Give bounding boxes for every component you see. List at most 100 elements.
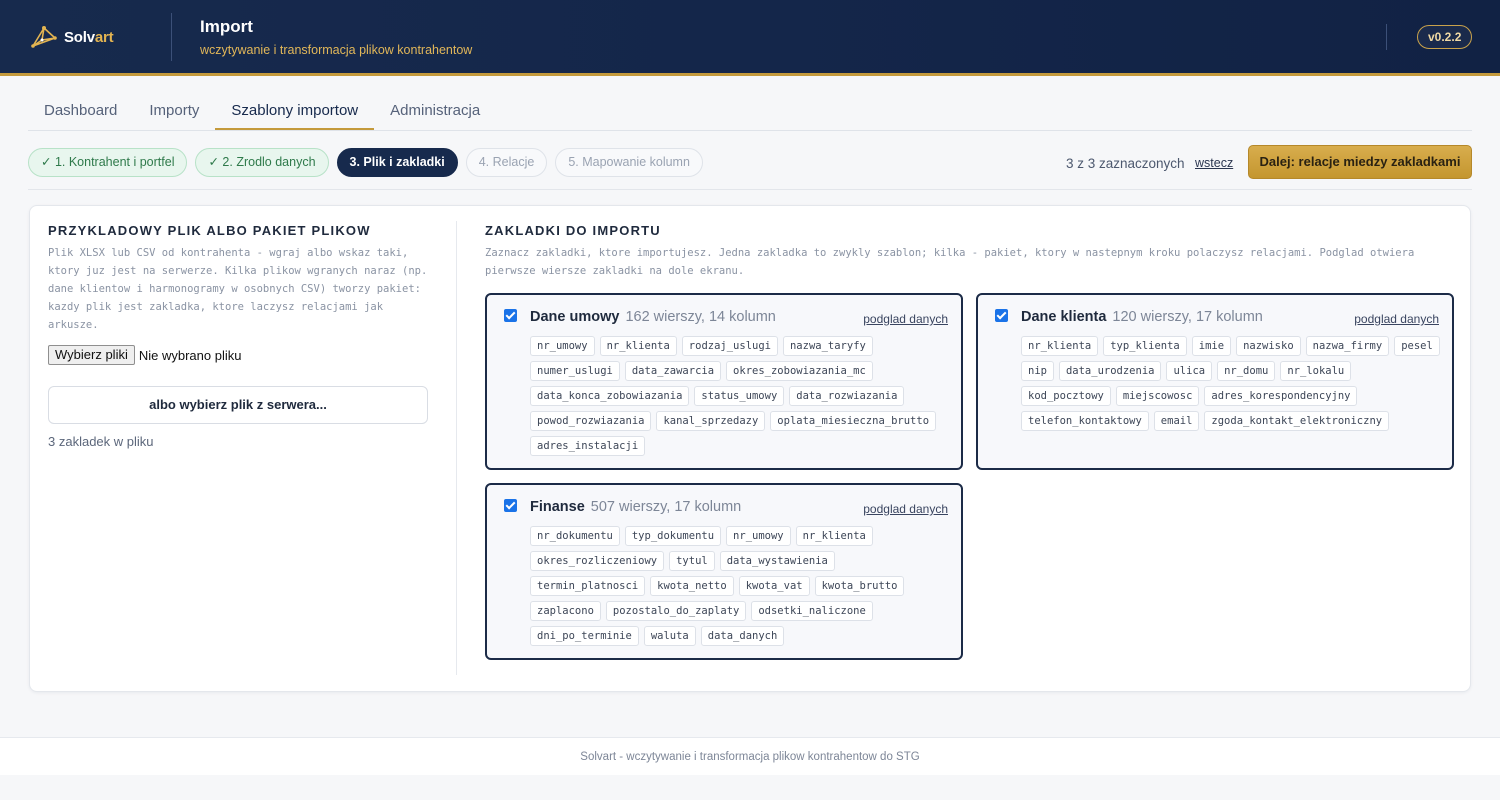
column-chip: data_urodzenia (1058, 361, 1162, 381)
sheet-checkbox[interactable] (995, 309, 1008, 322)
back-link[interactable]: wstecz (1195, 156, 1233, 170)
wizard-steps: ✓ 1. Kontrahent i portfel ✓ 2. Zrodlo da… (28, 148, 703, 177)
column-chip: pesel (1394, 336, 1440, 356)
file-input: Wybierz pliki Nie wybrano pliku (48, 345, 241, 365)
column-chip: ulica (1166, 361, 1213, 381)
header-divider (171, 13, 172, 61)
logo[interactable]: Solvart (30, 22, 114, 52)
column-chip: nazwa_taryfy (782, 336, 873, 356)
column-chip: tytul (669, 551, 715, 571)
column-chip: nazwa_firmy (1305, 336, 1390, 356)
column-chip: zgoda_kontakt_elektroniczny (1204, 411, 1390, 431)
footer: Solvart - wczytywanie i transformacja pl… (0, 737, 1500, 775)
page-title: Import (200, 17, 253, 36)
column-chips: nr_dokumentu typ_dokumentu nr_umowy nr_klie… (530, 526, 950, 646)
logo-text: Solvart (64, 28, 114, 46)
column-chip: status_umowy (694, 386, 785, 406)
column-chip: data_konca_zobowiazania (530, 386, 690, 406)
column-chip: okres_rozliczeniowy (530, 551, 665, 571)
sheet-name: Dane umowy 162 wierszy, 14 kolumn (530, 309, 776, 325)
column-chip: nr_klienta (599, 336, 677, 356)
column-chip: kwota_brutto (814, 576, 905, 596)
column-chip: nr_dokumentu (530, 526, 620, 546)
column-chip: miejscowosc (1115, 386, 1200, 406)
column-chip: nr_lokalu (1280, 361, 1352, 381)
column-chips: nr_klienta typ_klienta imie nazwisko nazwa_f… (1021, 336, 1441, 431)
step-relacje[interactable]: 4. Relacje (465, 148, 548, 177)
column-chip: nazwisko (1236, 336, 1301, 356)
column-chip: nr_umowy (530, 336, 595, 356)
page-subtitle: wczytywanie i transformacja plikow kontr… (200, 43, 473, 57)
column-chip: nr_umowy (726, 526, 791, 546)
column-chip: rodzaj_uslugi (681, 336, 778, 356)
left-section-description: Plik XLSX lub CSV od kontrahenta - wgraj… (48, 247, 428, 331)
column-chip: termin_platnosci (530, 576, 646, 596)
column-chip: powod_rozwiazania (530, 411, 652, 431)
sheet-meta: 507 wierszy, 17 kolumn (590, 499, 742, 515)
right-section-description: Zaznacz zakladki, ktore importujesz. Jed… (485, 247, 1415, 277)
choose-files-button[interactable]: Wybierz pliki (48, 345, 135, 365)
tab-administracja[interactable]: Administracja (374, 90, 496, 130)
sheet-card-dane-klienta: Dane klienta 120 wierszy, 17 kolumn podgl… (976, 293, 1454, 470)
column-chip: email (1153, 411, 1200, 431)
preview-data-link[interactable]: podglad danych (863, 502, 948, 516)
preview-data-link[interactable]: podglad danych (1354, 312, 1439, 326)
tab-importy[interactable]: Importy (133, 90, 215, 130)
column-chip: telefon_kontaktowy (1021, 411, 1149, 431)
next-button[interactable]: Dalej: relacje miedzy zakladkami (1248, 145, 1472, 179)
divider (28, 189, 1472, 190)
preview-data-link[interactable]: podglad danych (863, 312, 948, 326)
column-chip: kod_pocztowy (1021, 386, 1111, 406)
column-chip: oplata_miesieczna_brutto (770, 411, 937, 431)
sheet-name: Dane klienta 120 wierszy, 17 kolumn (1021, 309, 1263, 325)
column-chip: kanal_sprzedazy (656, 411, 766, 431)
sheet-count: 3 zakladek w pliku (48, 434, 154, 449)
column-chip: nr_domu (1217, 361, 1276, 381)
column-chip: waluta (643, 626, 696, 646)
column-chip: nip (1021, 361, 1054, 381)
column-chip: data_zawarcia (624, 361, 722, 381)
sheet-checkbox[interactable] (504, 499, 517, 512)
column-divider (456, 221, 457, 675)
column-chip: nr_klienta (795, 526, 873, 546)
server-file-button[interactable]: albo wybierz plik z serwera... (48, 386, 428, 424)
column-chip: okres_zobowiazania_mc (726, 361, 873, 381)
left-section-title: PRZYKLADOWY PLIK ALBO PAKIET PLIKOW (48, 223, 371, 238)
sheet-meta: 162 wierszy, 14 kolumn (625, 309, 776, 325)
tab-szablony-importow[interactable]: Szablony importow (215, 90, 375, 130)
step-kontrahent[interactable]: ✓ 1. Kontrahent i portfel (28, 148, 188, 177)
top-header: Solvart Import wczytywanie i transformac… (0, 0, 1500, 76)
step-plik-i-zakladki[interactable]: 3. Plik i zakladki (336, 148, 458, 177)
sheet-card-dane-umowy: Dane umowy 162 wierszy, 14 kolumn podglad… (485, 293, 963, 470)
column-chip: kwota_netto (650, 576, 734, 596)
right-section-title: ZAKLADKI DO IMPORTU (485, 223, 661, 238)
column-chip: numer_uslugi (530, 361, 620, 381)
sheet-meta: 120 wierszy, 17 kolumn (1112, 309, 1263, 325)
column-chip: adres_instalacji (530, 436, 646, 456)
tab-dashboard[interactable]: Dashboard (28, 90, 133, 130)
column-chip: imie (1191, 336, 1232, 356)
column-chip: odsetki_naliczone (751, 601, 873, 621)
sheet-checkbox[interactable] (504, 309, 517, 322)
import-card: PRZYKLADOWY PLIK ALBO PAKIET PLIKOW Plik… (29, 205, 1471, 692)
column-chip: data_rozwiazania (789, 386, 905, 406)
column-chip: typ_dokumentu (624, 526, 722, 546)
column-chip: data_wystawienia (719, 551, 835, 571)
sheet-card-finanse: Finanse 507 wierszy, 17 kolumn podglad da… (485, 483, 963, 660)
sheet-name: Finanse 507 wierszy, 17 kolumn (530, 499, 742, 515)
step-mapowanie-kolumn[interactable]: 5. Mapowanie kolumn (555, 148, 703, 177)
column-chip: nr_klienta (1021, 336, 1099, 356)
step-zrodlo-danych[interactable]: ✓ 2. Zrodlo danych (195, 148, 329, 177)
file-status: Nie wybrano pliku (138, 347, 242, 363)
column-chip: typ_klienta (1103, 336, 1187, 356)
main-tabs: Dashboard Importy Szablony importow Admi… (28, 90, 1472, 131)
column-chips: nr_umowy nr_klienta rodzaj_uslugi nazwa_tar… (530, 336, 950, 456)
column-chip: pozostalo_do_zaplaty (605, 601, 747, 621)
column-chip: data_danych (700, 626, 785, 646)
selection-count: 3 z 3 zaznaczonych (1066, 156, 1185, 171)
constellation-logo-icon (31, 26, 57, 48)
header-divider-right (1386, 24, 1387, 50)
column-chip: adres_korespondencyjny (1204, 386, 1358, 406)
column-chip: zaplacono (530, 601, 601, 621)
column-chip: dni_po_terminie (530, 626, 639, 646)
